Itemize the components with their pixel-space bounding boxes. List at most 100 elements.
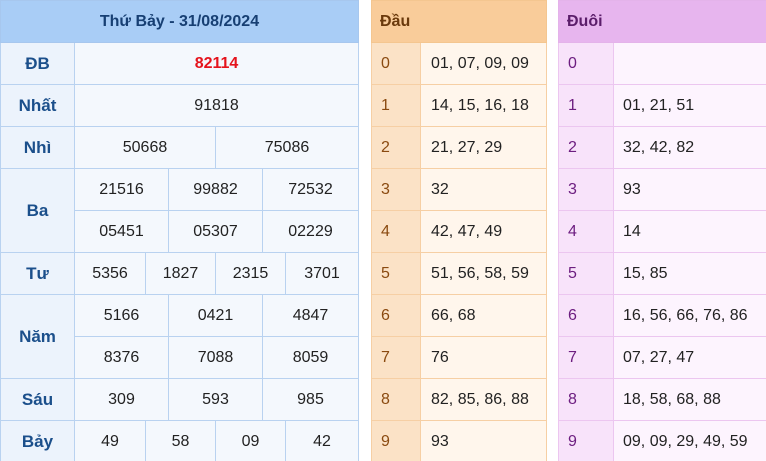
- prize-number: 42: [285, 420, 359, 461]
- tail-digit-numbers: 93: [612, 168, 766, 211]
- prize-number: 8376: [74, 336, 169, 379]
- tail-digit-row: 8 18, 58, 68, 88: [558, 378, 766, 421]
- tail-digit: 9: [558, 420, 614, 461]
- head-digit: 9: [371, 420, 421, 461]
- head-digit: 8: [371, 378, 421, 421]
- tail-digit-row: 1 01, 21, 51: [558, 84, 766, 127]
- prize-label-fourth: Tư: [0, 252, 75, 295]
- prize-label-special: ĐB: [0, 42, 75, 85]
- head-digit-row: 5 51, 56, 58, 59: [371, 252, 548, 295]
- prize-row-second: Nhì 50668 75086: [0, 126, 359, 169]
- prize-label-first: Nhất: [0, 84, 75, 127]
- prize-row-fifth: Năm 5166 0421 4847: [0, 294, 359, 379]
- head-digit-panel: Đầu 0 01, 07, 09, 09 1 14, 15, 16, 18 2 21,…: [370, 0, 548, 461]
- tail-digit-panel: Đuôi 0 1 01, 21, 51 2 32, 42, 82 3 93 4 14 5…: [557, 0, 766, 461]
- head-digit-row: 2 21, 27, 29: [371, 126, 548, 169]
- prize-row-fourth: Tư 5356 1827 2315 3701: [0, 252, 359, 295]
- tail-digit-row: 0: [558, 42, 766, 85]
- results-header-row: Thứ Bảy - 31/08/2024: [0, 0, 359, 43]
- prize-row-first: Nhất 91818: [0, 84, 359, 127]
- special-prize-number: 82114: [74, 42, 359, 85]
- head-digit: 4: [371, 210, 421, 253]
- tail-digit-header-row: Đuôi: [557, 0, 766, 43]
- prize-number: 5356: [74, 252, 146, 295]
- head-digit-numbers: 76: [419, 336, 548, 379]
- prize-number: 0421: [168, 294, 263, 337]
- prize-number: 21516: [74, 168, 169, 211]
- prize-label-seventh: Bảy: [0, 420, 75, 461]
- head-digit-numbers: 42, 47, 49: [419, 210, 548, 253]
- tail-digit-numbers: 16, 56, 66, 76, 86: [612, 294, 766, 337]
- tail-digit-row: 2 32, 42, 82: [558, 126, 766, 169]
- head-digit-table: Đầu 0 01, 07, 09, 09 1 14, 15, 16, 18 2 21,…: [370, 0, 548, 461]
- results-panel: Thứ Bảy - 31/08/2024 ĐB 82114 Nhất 91818…: [0, 0, 359, 461]
- prize-number: 593: [168, 378, 263, 421]
- tail-digit-numbers: [612, 42, 766, 85]
- tail-digit-numbers: 15, 85: [612, 252, 766, 295]
- tail-digit-numbers: 32, 42, 82: [612, 126, 766, 169]
- head-digit: 7: [371, 336, 421, 379]
- tail-digit-numbers: 18, 58, 68, 88: [612, 378, 766, 421]
- head-digit-numbers: 14, 15, 16, 18: [419, 84, 548, 127]
- head-digit: 5: [371, 252, 421, 295]
- tail-digit-row: 5 15, 85: [558, 252, 766, 295]
- prize-label-third: Ba: [0, 168, 75, 253]
- prize-number: 99882: [168, 168, 263, 211]
- tail-digit-table: Đuôi 0 1 01, 21, 51 2 32, 42, 82 3 93 4 14 5…: [557, 0, 766, 461]
- tail-digit-row: 4 14: [558, 210, 766, 253]
- prize-number: 58: [145, 420, 216, 461]
- tail-digit-numbers: 14: [612, 210, 766, 253]
- head-digit: 3: [371, 168, 421, 211]
- prize-row-third: Ba 21516 99882 72532: [0, 168, 359, 253]
- prize-row-special: ĐB 82114: [0, 42, 359, 85]
- tail-digit-row: 6 16, 56, 66, 76, 86: [558, 294, 766, 337]
- tail-digit-row: 9 09, 09, 29, 49, 59: [558, 420, 766, 461]
- prize-number: 7088: [168, 336, 263, 379]
- prize-number: 72532: [262, 168, 359, 211]
- head-digit-numbers: 82, 85, 86, 88: [419, 378, 548, 421]
- head-digit-row: 0 01, 07, 09, 09: [371, 42, 548, 85]
- tail-digit: 4: [558, 210, 614, 253]
- tail-digit-numbers: 07, 27, 47: [612, 336, 766, 379]
- head-digit-row: 6 66, 68: [371, 294, 548, 337]
- head-digit: 2: [371, 126, 421, 169]
- prize-row-seventh: Bảy 49 58 09 42: [0, 420, 359, 461]
- prize-number: 985: [262, 378, 359, 421]
- head-digit-numbers: 66, 68: [419, 294, 548, 337]
- head-digit: 0: [371, 42, 421, 85]
- tail-digit-numbers: 09, 09, 29, 49, 59: [612, 420, 766, 461]
- tail-digit-numbers: 01, 21, 51: [612, 84, 766, 127]
- prize-number: 1827: [145, 252, 216, 295]
- prize-number: 09: [215, 420, 286, 461]
- tail-digit: 3: [558, 168, 614, 211]
- tail-digit: 2: [558, 126, 614, 169]
- head-digit-numbers: 93: [419, 420, 548, 461]
- head-digit-numbers: 01, 07, 09, 09: [419, 42, 548, 85]
- results-table: Thứ Bảy - 31/08/2024 ĐB 82114 Nhất 91818…: [0, 0, 359, 461]
- prize-label-second: Nhì: [0, 126, 75, 169]
- head-digit-numbers: 32: [419, 168, 548, 211]
- tail-digit: 0: [558, 42, 614, 85]
- prize-number: 309: [74, 378, 169, 421]
- head-digit-header: Đầu: [370, 0, 548, 43]
- prize-number: 5166: [74, 294, 169, 337]
- prize-number: 02229: [262, 210, 359, 253]
- tail-digit-row: 3 93: [558, 168, 766, 211]
- tail-digit: 6: [558, 294, 614, 337]
- head-digit-row: 4 42, 47, 49: [371, 210, 548, 253]
- tail-digit: 7: [558, 336, 614, 379]
- head-digit-row: 8 82, 85, 86, 88: [371, 378, 548, 421]
- prize-number: 50668: [74, 126, 216, 169]
- head-digit-row: 9 93: [371, 420, 548, 461]
- prize-number: 49: [74, 420, 146, 461]
- head-digit: 6: [371, 294, 421, 337]
- head-digit-header-row: Đầu: [370, 0, 548, 43]
- prize-number: 05451: [74, 210, 169, 253]
- prize-number: 91818: [74, 84, 359, 127]
- tail-digit-row: 7 07, 27, 47: [558, 336, 766, 379]
- tail-digit-header: Đuôi: [557, 0, 766, 43]
- prize-number: 2315: [215, 252, 286, 295]
- head-digit-numbers: 51, 56, 58, 59: [419, 252, 548, 295]
- head-digit-row: 1 14, 15, 16, 18: [371, 84, 548, 127]
- head-digit: 1: [371, 84, 421, 127]
